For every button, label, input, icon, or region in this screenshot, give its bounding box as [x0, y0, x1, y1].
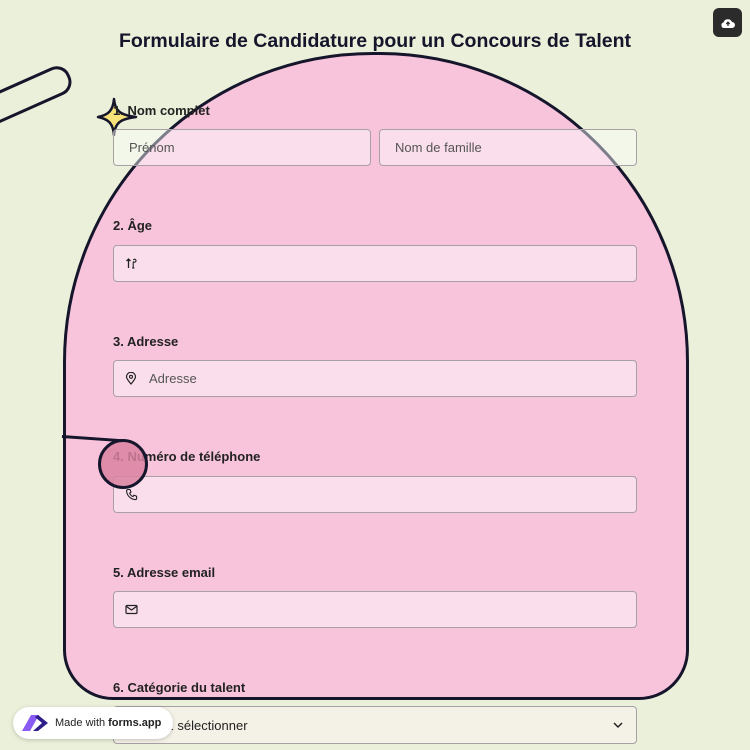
question-label-talent-category: 6. Catégorie du talent — [113, 680, 246, 695]
question-label-address: 3. Adresse — [113, 334, 179, 349]
chevron-down-icon — [613, 722, 623, 729]
forms-app-logo-icon — [22, 715, 48, 731]
decorative-stick-shape — [0, 61, 76, 129]
email-input[interactable] — [113, 591, 637, 628]
location-pin-icon — [125, 372, 139, 386]
envelope-icon — [125, 603, 139, 617]
page-title: Formulaire de Candidature pour un Concou… — [118, 30, 632, 52]
phone-icon — [125, 488, 139, 502]
last-name-input[interactable]: Nom de famille — [379, 129, 637, 166]
made-with-badge[interactable]: Made with forms.app — [13, 707, 174, 739]
question-label-full-name: 1. Nom complet — [113, 103, 210, 118]
sort-icon — [125, 257, 139, 271]
cloud-upload-button[interactable] — [713, 8, 742, 37]
cloud-upload-icon — [720, 18, 735, 28]
question-label-email: 5. Adresse email — [113, 565, 216, 580]
first-name-input[interactable]: Prénom — [113, 129, 371, 166]
age-input[interactable] — [113, 245, 637, 282]
phone-input[interactable] — [113, 476, 637, 513]
question-label-age: 2. Âge — [113, 218, 153, 233]
talent-category-select[interactable]: Veuillez sélectionner — [113, 706, 637, 744]
decorative-circle — [98, 439, 148, 489]
address-input[interactable]: Adresse — [113, 360, 637, 397]
